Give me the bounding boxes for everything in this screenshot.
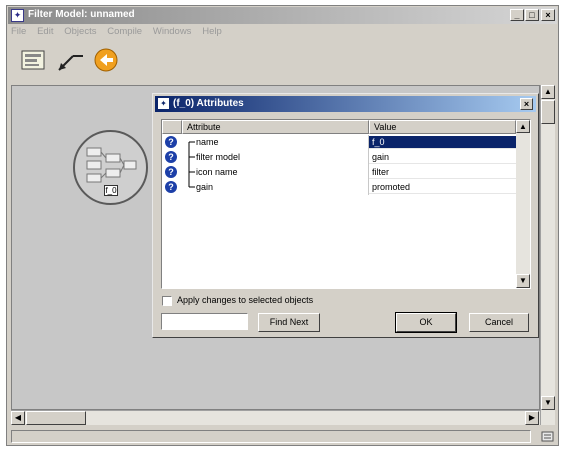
menu-bar: File Edit Objects Compile Windows Help bbox=[11, 26, 230, 40]
cancel-button[interactable]: Cancel bbox=[469, 313, 529, 332]
apply-changes-checkbox[interactable] bbox=[162, 295, 172, 306]
apply-changes-label: Apply changes to selected objects bbox=[177, 295, 314, 305]
table-row[interactable]: ? gain promoted bbox=[162, 180, 517, 195]
menu-compile[interactable]: Compile bbox=[107, 26, 142, 37]
window-title: Filter Model: unnamed bbox=[28, 9, 135, 20]
find-next-button[interactable]: Find Next bbox=[258, 313, 320, 332]
status-bar bbox=[11, 428, 555, 444]
attribute-name: filter model bbox=[196, 152, 241, 162]
menu-objects[interactable]: Objects bbox=[64, 26, 96, 37]
help-icon[interactable]: ? bbox=[165, 166, 177, 178]
help-icon[interactable]: ? bbox=[165, 136, 177, 148]
table-corner-header bbox=[162, 120, 182, 134]
attribute-value-field[interactable]: filter bbox=[369, 166, 516, 179]
status-panel bbox=[11, 430, 531, 443]
scroll-left-arrow-icon[interactable]: ◀ bbox=[11, 411, 25, 425]
table-scroll-down-icon[interactable]: ▼ bbox=[516, 274, 530, 288]
attribute-value-field[interactable]: gain bbox=[369, 151, 516, 164]
menu-windows[interactable]: Windows bbox=[153, 26, 192, 37]
help-icon[interactable]: ? bbox=[165, 151, 177, 163]
canvas-vertical-scrollbar[interactable]: ▲ ▼ bbox=[540, 85, 555, 425]
menu-help[interactable]: Help bbox=[202, 26, 222, 37]
dialog-icon: ✦ bbox=[158, 98, 169, 109]
minimize-button[interactable]: _ bbox=[510, 9, 524, 21]
dialog-close-button[interactable]: × bbox=[520, 98, 533, 110]
close-window-button[interactable]: × bbox=[541, 9, 555, 21]
horizontal-scroll-thumb[interactable] bbox=[26, 411, 86, 425]
table-scroll-up-icon[interactable]: ▲ bbox=[516, 120, 530, 133]
ok-button[interactable]: OK bbox=[395, 312, 457, 333]
table-vertical-scrollbar[interactable]: ▲ ▼ bbox=[516, 120, 530, 288]
value-column-header[interactable]: Value bbox=[369, 120, 516, 134]
dialog-title-bar[interactable]: ✦ (f_0) Attributes × bbox=[155, 96, 536, 112]
canvas-horizontal-scrollbar[interactable]: ◀ ▶ bbox=[11, 410, 540, 425]
attribute-value-field[interactable]: f_0 bbox=[369, 136, 516, 149]
attribute-value-field[interactable]: promoted bbox=[369, 181, 516, 194]
tree-branch-icon bbox=[188, 150, 195, 165]
menu-edit[interactable]: Edit bbox=[37, 26, 53, 37]
node-label[interactable]: f_0 bbox=[104, 185, 118, 196]
attribute-name: name bbox=[196, 137, 219, 147]
title-bar[interactable]: ✦ Filter Model: unnamed _ □ × bbox=[8, 7, 557, 24]
link-tool-icon[interactable] bbox=[55, 46, 85, 74]
apply-changes-option[interactable]: Apply changes to selected objects bbox=[162, 295, 313, 309]
scroll-right-arrow-icon[interactable]: ▶ bbox=[525, 411, 539, 425]
maximize-button[interactable]: □ bbox=[525, 9, 539, 21]
attribute-name: gain bbox=[196, 182, 214, 192]
dialog-title: (f_0) Attributes bbox=[173, 98, 244, 109]
attribute-name: icon name bbox=[196, 167, 238, 177]
table-row[interactable]: ? icon name filter bbox=[162, 165, 517, 180]
status-grip-icon bbox=[541, 429, 555, 443]
app-icon: ✦ bbox=[11, 9, 24, 22]
attributes-table: Attribute Value ? name f_0 ? filter mode… bbox=[161, 119, 531, 289]
table-row[interactable]: ? name f_0 bbox=[162, 135, 517, 150]
next-level-icon[interactable] bbox=[91, 46, 121, 74]
scroll-down-arrow-icon[interactable]: ▼ bbox=[541, 396, 555, 410]
help-icon[interactable]: ? bbox=[165, 181, 177, 193]
attribute-column-header[interactable]: Attribute bbox=[182, 120, 369, 134]
node-palette-icon[interactable] bbox=[19, 46, 49, 74]
vertical-scroll-thumb[interactable] bbox=[541, 100, 555, 124]
table-row[interactable]: ? filter model gain bbox=[162, 150, 517, 165]
tree-branch-icon bbox=[188, 141, 195, 150]
tree-branch-icon bbox=[188, 165, 195, 180]
find-input[interactable] bbox=[161, 313, 248, 330]
scroll-up-arrow-icon[interactable]: ▲ bbox=[541, 85, 555, 99]
attributes-dialog: ✦ (f_0) Attributes × Attribute Value ? n… bbox=[152, 93, 539, 338]
tree-branch-icon bbox=[188, 180, 195, 188]
menu-file[interactable]: File bbox=[11, 26, 26, 37]
